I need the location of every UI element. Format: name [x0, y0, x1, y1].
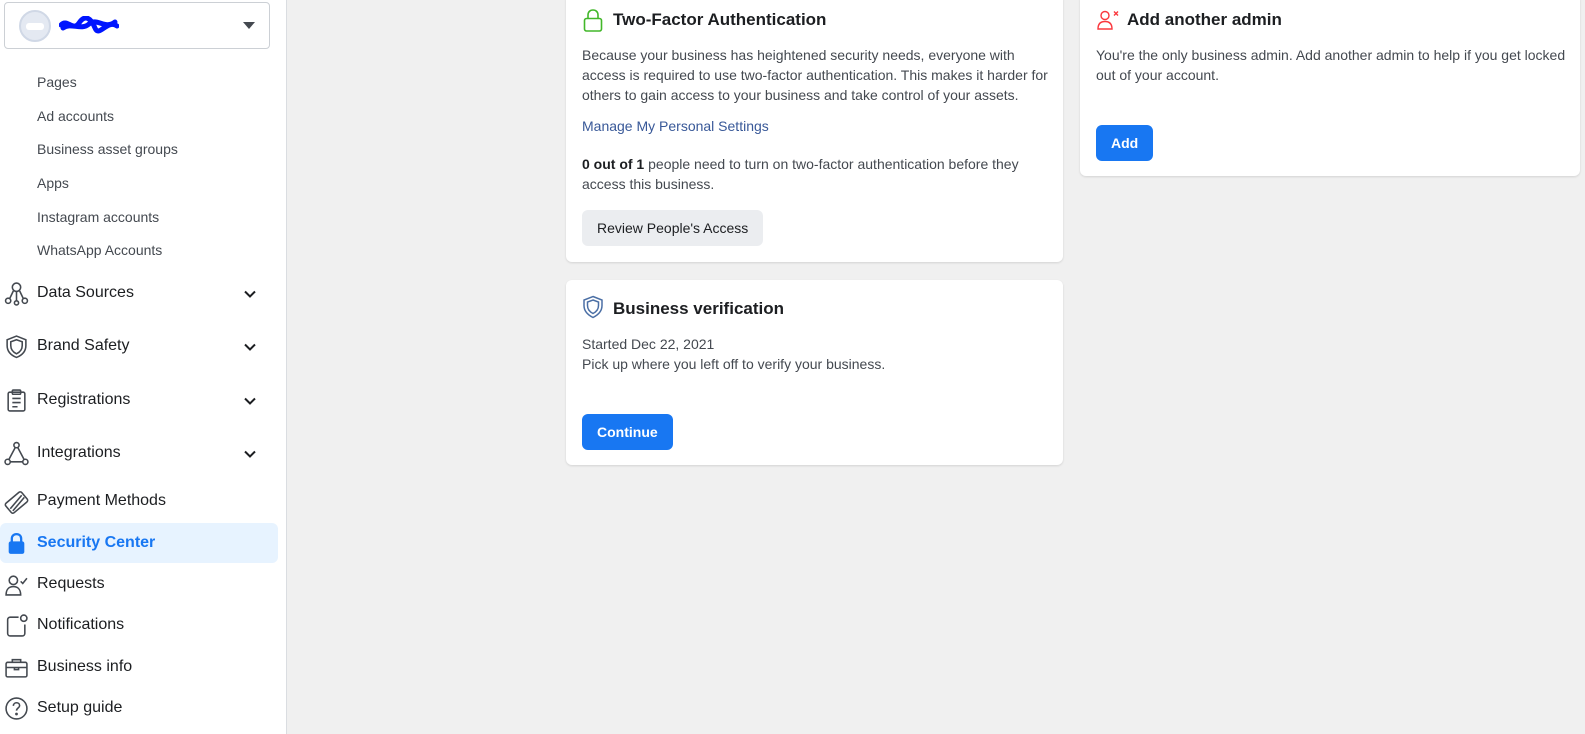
sidebar-item-apps[interactable]: Apps: [37, 175, 69, 191]
two-factor-card: Two-Factor Authentication Because your b…: [566, 0, 1063, 262]
sidebar-item-label: Notifications: [37, 616, 125, 633]
sidebar-item-label: Setup guide: [37, 699, 123, 716]
notification-icon: [6, 614, 28, 637]
business-account-selector[interactable]: [4, 2, 270, 49]
sidebar-item-setup-guide[interactable]: Setup guide: [0, 688, 278, 728]
sidebar-item-label: Requests: [37, 575, 105, 592]
chevron-down-icon: [244, 397, 256, 405]
sidebar-item-data-sources[interactable]: Data Sources: [0, 273, 278, 313]
sidebar-item-label: Data Sources: [37, 284, 134, 301]
add-admin-icon: [1097, 10, 1119, 30]
business-verification-title: Business verification: [613, 299, 785, 318]
sidebar-item-payment-methods[interactable]: Payment Methods: [0, 481, 278, 521]
chevron-down-icon: [244, 290, 256, 298]
sidebar-item-instagram-accounts[interactable]: Instagram accounts: [37, 209, 159, 225]
sidebar-item-business-asset-groups[interactable]: Business asset groups: [37, 141, 178, 157]
sidebar-item-ad-accounts[interactable]: Ad accounts: [37, 108, 114, 124]
lock-icon: [8, 532, 25, 554]
credit-card-icon: [4, 491, 29, 514]
clipboard-icon: [7, 389, 26, 412]
question-icon: [5, 697, 28, 720]
lock-icon: [583, 9, 603, 32]
redacted-account-name: [59, 16, 119, 34]
two-factor-count-text: people need to turn on two-factor authen…: [582, 156, 1019, 192]
two-factor-status: 0 out of 1 people need to turn on two-fa…: [582, 154, 1032, 194]
continue-button[interactable]: Continue: [582, 414, 673, 450]
business-verification-card: Business verification Started Dec 22, 20…: [566, 280, 1063, 465]
shield-icon: [583, 295, 603, 319]
sidebar-item-registrations[interactable]: Registrations: [0, 380, 278, 420]
two-factor-description: Because your business has heightened sec…: [582, 47, 1048, 103]
two-factor-count: 0 out of 1: [582, 156, 645, 172]
add-admin-description: You're the only business admin. Add anot…: [1096, 47, 1566, 83]
business-avatar: [19, 10, 51, 42]
sidebar-item-requests[interactable]: Requests: [0, 564, 278, 604]
two-factor-title: Two-Factor Authentication: [613, 10, 827, 29]
sidebar-item-integrations[interactable]: Integrations: [0, 433, 278, 473]
person-check-icon: [5, 575, 28, 596]
data-sources-icon: [4, 282, 29, 306]
shield-icon: [6, 335, 27, 359]
sidebar: Pages Ad accounts Business asset groups …: [0, 0, 287, 734]
sidebar-item-label: Business info: [37, 658, 133, 675]
sidebar-item-label: Security Center: [37, 534, 156, 551]
integrations-icon: [4, 441, 29, 466]
add-admin-card: Add another admin You're the only busine…: [1080, 0, 1580, 176]
add-admin-button[interactable]: Add: [1096, 125, 1154, 161]
add-admin-title: Add another admin: [1127, 10, 1282, 29]
sidebar-item-security-center[interactable]: Security Center: [0, 523, 278, 563]
manage-personal-settings-link[interactable]: Manage My Personal Settings: [582, 118, 769, 134]
sidebar-item-label: Brand Safety: [37, 337, 130, 354]
sidebar-item-notifications[interactable]: Notifications: [0, 605, 278, 645]
chevron-down-icon: [244, 343, 256, 351]
sidebar-item-label: Registrations: [37, 391, 131, 408]
sidebar-item-business-info[interactable]: Business info: [0, 647, 278, 687]
verification-started-date: Started Dec 22, 2021: [582, 336, 715, 352]
caret-down-icon: [243, 22, 255, 29]
verification-description: Pick up where you left off to verify you…: [582, 356, 886, 372]
sidebar-item-pages[interactable]: Pages: [37, 74, 77, 90]
sidebar-item-label: Integrations: [37, 444, 121, 461]
briefcase-icon: [5, 658, 28, 678]
sidebar-item-whatsapp-accounts[interactable]: WhatsApp Accounts: [37, 242, 162, 258]
sidebar-item-label: Payment Methods: [37, 492, 166, 509]
review-peoples-access-button[interactable]: Review People's Access: [582, 210, 764, 246]
sidebar-item-brand-safety[interactable]: Brand Safety: [0, 326, 278, 366]
chevron-down-icon: [244, 450, 256, 458]
